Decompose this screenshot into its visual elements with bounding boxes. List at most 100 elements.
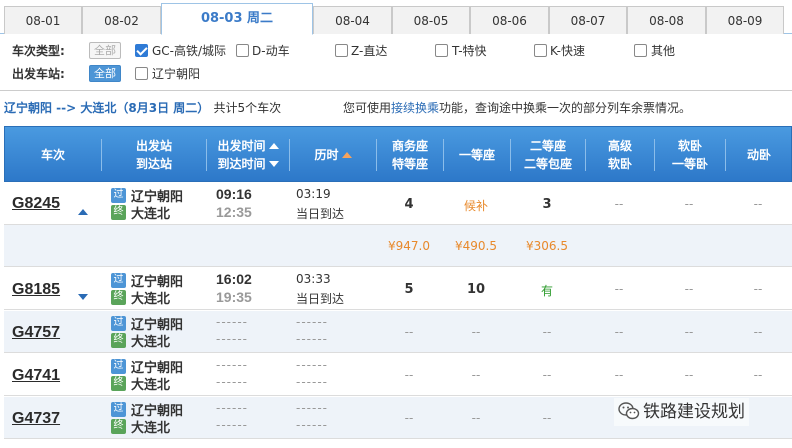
header-ruanwo: 软卧 一等卧 [655, 127, 725, 183]
train-number-link[interactable]: G4757 [12, 324, 60, 342]
to-station[interactable]: 大连北 [131, 331, 170, 350]
arrive-day: 当日到达 [296, 207, 345, 221]
train-number-link[interactable]: G4737 [12, 410, 60, 428]
header-second-1: 二等座 [529, 139, 566, 153]
arrival-time: ------ [216, 332, 248, 346]
tip-suffix: 功能，查询途中换乘一次的部分列车余票情况。 [439, 101, 692, 115]
first-class-seat: -- [471, 411, 481, 425]
price-row: ¥947.0 ¥490.5 ¥306.5 [4, 225, 792, 267]
station-filter: 出发车站: 全部 辽宁朝阳 [0, 63, 792, 85]
t-checkbox[interactable] [435, 44, 448, 57]
departure-time: ------ [216, 358, 248, 372]
gaoji-ruanwo-seat: -- [614, 368, 624, 382]
header-times[interactable]: 出发时间 到达时间 [207, 127, 289, 183]
to-station[interactable]: 大连北 [131, 374, 170, 393]
station-all-button[interactable]: 全部 [89, 65, 121, 82]
header-gaoji-ruanwo: 高级 软卧 [586, 127, 654, 183]
date-tab-08-09[interactable]: 08-09 [706, 6, 784, 34]
header-dongwo-label: 动卧 [746, 148, 771, 162]
header-train: 车次 [5, 127, 101, 183]
gaoji-ruanwo-seat: -- [614, 325, 624, 339]
station-chaoyang-checkbox[interactable] [135, 67, 148, 80]
dongwo-seat: -- [753, 197, 763, 211]
first-class-seat: -- [471, 325, 481, 339]
header-first: 一等座 [444, 127, 510, 183]
table-row: G4741 过 辽宁朝阳 终 大连北 ------ ------ ------ … [4, 354, 792, 396]
business-seat[interactable]: 4 [377, 197, 441, 212]
station-chaoyang-label: 辽宁朝阳 [152, 67, 201, 81]
z-label: Z-直达 [351, 44, 388, 58]
pass-station-badge: 过 [111, 402, 126, 417]
k-label: K-快速 [550, 44, 585, 58]
header-arr-time[interactable]: 到达时间 [217, 155, 279, 173]
date-tab-08-07[interactable]: 08-07 [549, 6, 627, 34]
dongwo-seat: -- [753, 325, 763, 339]
header-second: 二等座 二等包座 [511, 127, 585, 183]
watermark-text: 铁路建设规划 [643, 402, 745, 422]
sort-up-icon [341, 152, 352, 158]
other-checkbox[interactable] [634, 44, 647, 57]
duration: 03:19 [296, 187, 331, 201]
duration: ------ [296, 401, 328, 415]
date-tab-08-06[interactable]: 08-06 [470, 6, 549, 34]
to-station[interactable]: 大连北 [131, 288, 170, 307]
second-class-seat[interactable]: 3 [515, 197, 579, 212]
transfer-tip: 您可使用接续换乘功能，查询途中换乘一次的部分列车余票情况。 [343, 97, 691, 119]
date-tab-bar: 08-01 08-02 08-03 周二 08-04 08-05 08-06 0… [0, 0, 792, 35]
d-label: D-动车 [252, 44, 290, 58]
ruanwo-seat: -- [684, 325, 694, 339]
train-type-filter: 车次类型: 全部 GC-高铁/城际 D-动车 Z-直达 T-特快 K-快速 其他 [0, 40, 792, 62]
to-station[interactable]: 大连北 [131, 203, 170, 222]
business-seat[interactable]: 5 [377, 282, 441, 297]
k-checkbox[interactable] [534, 44, 547, 57]
departure-time: 16:02 [216, 271, 252, 287]
date-tab-08-03[interactable]: 08-03 周二 [161, 3, 313, 35]
first-class-seat[interactable]: 候补 [444, 197, 508, 214]
second-class-seat: -- [542, 411, 552, 425]
header-ruanwo-2: 一等卧 [671, 157, 708, 171]
terminal-station-badge: 终 [111, 419, 126, 434]
table-header: 车次 出发站 到达站 出发时间 到达时间 历时 商务座 特等座 一等座 二等座 … [4, 126, 792, 182]
table-row: G8185 过 辽宁朝阳 终 大连北 16:02 19:35 03:33 当日到… [4, 268, 792, 310]
expand-up-icon[interactable] [78, 209, 88, 215]
type-all-button[interactable]: 全部 [89, 42, 121, 59]
train-number-link[interactable]: G4741 [12, 367, 60, 385]
arrival-time: 12:35 [216, 204, 252, 220]
arrive-day: ------ [296, 332, 328, 346]
date-tab-08-02[interactable]: 08-02 [82, 6, 161, 34]
header-duration[interactable]: 历时 [290, 127, 376, 183]
header-train-label: 车次 [40, 148, 65, 162]
arrive-day: 当日到达 [296, 292, 345, 306]
d-checkbox[interactable] [236, 44, 249, 57]
train-number-link[interactable]: G8245 [12, 195, 60, 213]
gc-checkbox[interactable] [135, 44, 148, 57]
header-first-label: 一等座 [458, 148, 495, 162]
to-station[interactable]: 大连北 [131, 417, 170, 436]
header-arr-time-label: 到达时间 [217, 157, 266, 171]
table-row: G8245 过 辽宁朝阳 终 大连北 09:16 12:35 03:19 当日到… [4, 183, 792, 225]
dongwo-seat: -- [753, 282, 763, 296]
date-tab-08-05[interactable]: 08-05 [392, 6, 470, 34]
ruanwo-seat: -- [684, 368, 694, 382]
header-to-station: 到达站 [135, 157, 172, 171]
train-count: 共计5个车次 [213, 101, 282, 115]
ruanwo-seat: -- [684, 197, 694, 211]
first-class-seat[interactable]: 10 [444, 282, 508, 297]
arrival-time: ------ [216, 418, 248, 432]
arrival-time: 19:35 [216, 289, 252, 305]
date-tab-08-08[interactable]: 08-08 [627, 6, 706, 34]
business-seat: -- [404, 411, 414, 425]
second-class-seat[interactable]: 有 [515, 282, 579, 299]
other-label: 其他 [651, 44, 676, 58]
header-duration-label: 历时 [314, 148, 339, 162]
z-checkbox[interactable] [335, 44, 348, 57]
date-tab-08-01[interactable]: 08-01 [4, 6, 82, 34]
header-dep-time[interactable]: 出发时间 [217, 137, 279, 155]
table-row: G4757 过 辽宁朝阳 终 大连北 ------ ------ ------ … [4, 311, 792, 353]
route-summary: 辽宁朝阳 --> 大连北（8月3日 周二） 共计5个车次 [4, 97, 281, 119]
expand-down-icon[interactable] [78, 294, 88, 300]
business-seat: -- [404, 325, 414, 339]
train-number-link[interactable]: G8185 [12, 281, 60, 299]
transfer-link[interactable]: 接续换乘 [391, 101, 439, 115]
date-tab-08-04[interactable]: 08-04 [313, 6, 392, 34]
